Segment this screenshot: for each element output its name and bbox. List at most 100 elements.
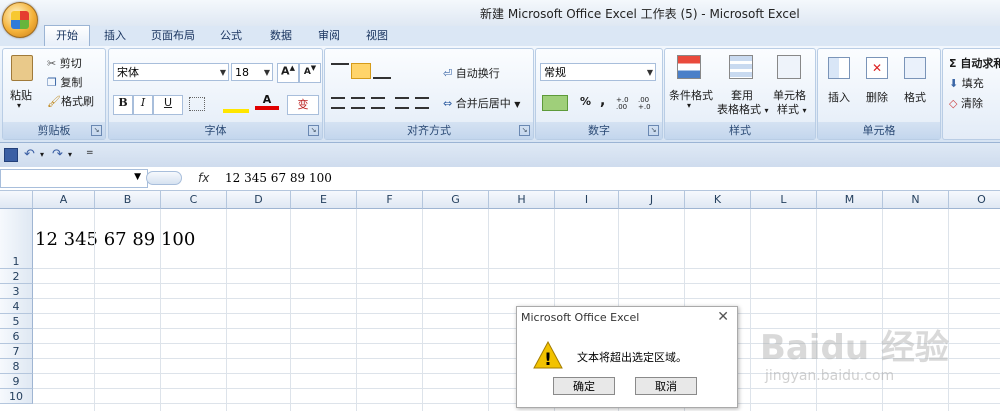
paste-dropdown-icon[interactable]: ▾	[17, 101, 21, 110]
insert-cells-icon[interactable]	[828, 57, 850, 79]
autosum-button[interactable]: Σ 自动求和	[949, 55, 1000, 71]
column-header[interactable]: C	[161, 191, 227, 209]
tab-home[interactable]: 开始	[44, 25, 90, 47]
column-header[interactable]: J	[619, 191, 685, 209]
undo-icon[interactable]: ↶	[24, 147, 35, 162]
align-right-icon[interactable]	[371, 97, 385, 109]
alignment-launcher-icon[interactable]: ↘	[519, 125, 530, 136]
number-format-select[interactable]: 常规 ▼	[540, 63, 656, 81]
decrease-indent-icon[interactable]	[395, 97, 409, 109]
office-button[interactable]	[2, 2, 38, 38]
fill-button[interactable]: ⬇ 填充	[949, 75, 984, 91]
table-format-button[interactable]: 表格格式 ▾	[717, 101, 769, 117]
column-header[interactable]: O	[949, 191, 1000, 209]
column-header[interactable]: N	[883, 191, 949, 209]
column-header[interactable]: B	[95, 191, 161, 209]
tab-view[interactable]: 视图	[358, 26, 396, 46]
column-header[interactable]: D	[227, 191, 291, 209]
table-format-icon[interactable]	[729, 55, 753, 79]
row-header[interactable]: 9	[0, 374, 33, 389]
cut-button[interactable]: ✂ 剪切	[47, 55, 82, 71]
clipboard-launcher-icon[interactable]: ↘	[91, 125, 102, 136]
copy-button[interactable]: ❐ 复制	[47, 74, 82, 90]
chevron-down-icon[interactable]: ▾	[687, 101, 691, 110]
shrink-font-button[interactable]: A▼	[299, 63, 321, 83]
align-left-icon[interactable]	[331, 97, 345, 109]
row-header[interactable]: 8	[0, 359, 33, 374]
font-size-select[interactable]: 18 ▼	[231, 63, 273, 81]
orientation-icon[interactable]	[399, 61, 421, 79]
format-cells-button[interactable]: 格式	[904, 89, 926, 105]
fill-color-icon[interactable]	[223, 95, 249, 113]
row-header[interactable]: 5	[0, 314, 33, 329]
tab-data[interactable]: 数据	[262, 26, 300, 46]
bold-button[interactable]: B	[113, 95, 133, 115]
cancel-button[interactable]: 取消	[635, 377, 697, 395]
underline-button[interactable]: U	[153, 95, 183, 115]
format-painter-button[interactable]: 🖌格式刷	[47, 93, 94, 109]
delete-cells-icon[interactable]: ✕	[866, 57, 888, 79]
row-header[interactable]: 7	[0, 344, 33, 359]
insert-cells-button[interactable]: 插入	[828, 89, 850, 105]
row-header[interactable]: 2	[0, 269, 33, 284]
row-header[interactable]: 10	[0, 389, 33, 404]
comma-button[interactable]: ,	[600, 93, 605, 109]
column-header[interactable]: A	[33, 191, 95, 209]
select-all-corner[interactable]	[0, 191, 33, 209]
wrap-text-button[interactable]: ⏎ 自动换行	[443, 65, 500, 81]
merge-center-button[interactable]: ⇔ 合并后居中 ▼	[443, 95, 520, 111]
column-header[interactable]: H	[489, 191, 555, 209]
row-header[interactable]: 6	[0, 329, 33, 344]
align-middle-icon[interactable]	[351, 63, 371, 79]
row-header[interactable]: 1	[0, 209, 33, 269]
align-top-icon[interactable]	[331, 63, 349, 79]
paste-icon[interactable]	[11, 55, 33, 81]
cell-styles-icon[interactable]	[777, 55, 801, 79]
insert-function-button[interactable]: fx	[198, 171, 209, 185]
column-header[interactable]: M	[817, 191, 883, 209]
italic-button[interactable]: I	[133, 95, 153, 115]
ok-button[interactable]: 确定	[553, 377, 615, 395]
phonetic-button[interactable]: 变	[287, 95, 319, 115]
save-icon[interactable]	[4, 148, 18, 162]
align-center-icon[interactable]	[351, 97, 365, 109]
accounting-format-icon[interactable]	[542, 95, 568, 111]
delete-cells-button[interactable]: 删除	[866, 89, 888, 105]
formula-bar-splitter-icon[interactable]	[146, 171, 182, 185]
align-bottom-icon[interactable]	[373, 63, 391, 79]
percent-button[interactable]: %	[580, 95, 591, 108]
column-header[interactable]: I	[555, 191, 619, 209]
conditional-format-icon[interactable]	[677, 55, 701, 79]
font-color-button[interactable]: A	[255, 93, 279, 110]
increase-indent-icon[interactable]	[415, 97, 429, 109]
customize-qat-icon[interactable]: =	[86, 148, 94, 158]
number-launcher-icon[interactable]: ↘	[648, 125, 659, 136]
format-cells-icon[interactable]	[904, 57, 926, 79]
column-header[interactable]: K	[685, 191, 751, 209]
row-header[interactable]: 4	[0, 299, 33, 314]
increase-decimal-button[interactable]: +.0 .00	[616, 97, 636, 111]
cell-a1[interactable]: 12 345 67 89 100	[35, 229, 195, 250]
name-box[interactable]: ▼	[0, 169, 148, 188]
undo-dropdown-icon[interactable]: ▾	[40, 150, 44, 159]
tab-insert[interactable]: 插入	[96, 26, 134, 46]
decrease-decimal-button[interactable]: .00 +.0	[638, 97, 658, 111]
column-header[interactable]: E	[291, 191, 357, 209]
tab-formulas[interactable]: 公式	[212, 26, 250, 46]
redo-dropdown-icon[interactable]: ▾	[68, 150, 72, 159]
redo-icon[interactable]: ↷	[52, 147, 63, 162]
font-launcher-icon[interactable]: ↘	[308, 125, 319, 136]
tab-review[interactable]: 审阅	[310, 26, 348, 46]
column-header[interactable]: F	[357, 191, 423, 209]
borders-icon[interactable]	[189, 97, 205, 111]
clear-button[interactable]: ◇ 清除	[949, 95, 983, 111]
font-name-select[interactable]: 宋体 ▼	[113, 63, 229, 81]
tab-page-layout[interactable]: 页面布局	[144, 26, 202, 46]
grow-font-button[interactable]: A▲	[277, 63, 299, 83]
column-header[interactable]: G	[423, 191, 489, 209]
cell-styles-button[interactable]: 样式 ▾	[777, 101, 807, 117]
formula-input[interactable]: 12 345 67 89 100	[225, 171, 332, 185]
close-icon[interactable]: ✕	[717, 309, 729, 325]
row-header[interactable]: 3	[0, 284, 33, 299]
column-header[interactable]: L	[751, 191, 817, 209]
